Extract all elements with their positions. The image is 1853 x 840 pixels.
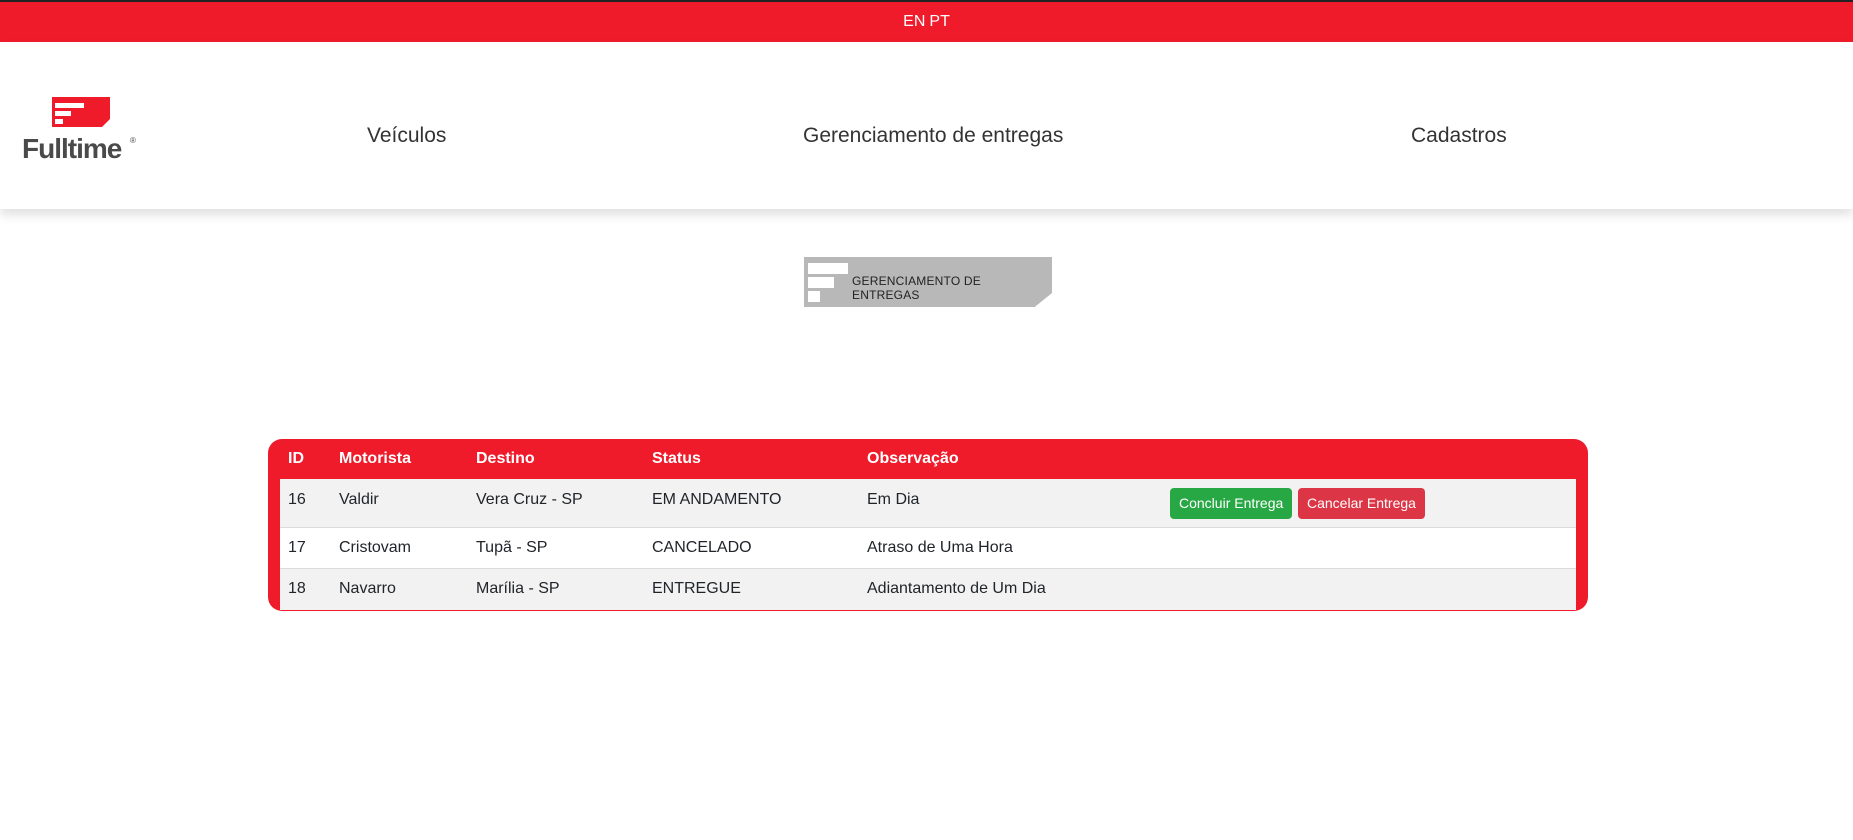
cell-destino: Vera Cruz - SP: [476, 491, 583, 508]
cell-status: CANCELADO: [652, 539, 752, 556]
cell-observacao: Em Dia: [867, 491, 920, 508]
header-observacao: Observação: [867, 450, 959, 467]
lang-pt-link[interactable]: PT: [929, 13, 949, 31]
fulltime-logo-mark-icon: [52, 97, 110, 127]
header-id: ID: [288, 450, 304, 467]
nav-gerenciamento-entregas[interactable]: Gerenciamento de entregas: [803, 124, 1063, 148]
language-bar: EN PT: [0, 0, 1853, 42]
header-motorista: Motorista: [339, 450, 411, 467]
main-navbar: Fulltime ® Veículos Gerenciamento de ent…: [0, 42, 1853, 209]
fulltime-logo[interactable]: Fulltime ®: [22, 97, 140, 163]
table-body: 16 Valdir Vera Cruz - SP EM ANDAMENTO Em…: [280, 479, 1588, 610]
table-header: ID Motorista Destino Status Observação: [268, 439, 1588, 479]
page-banner: GERENCIAMENTO DE ENTREGAS: [804, 257, 1052, 307]
cell-observacao: Atraso de Uma Hora: [867, 539, 1013, 556]
cell-observacao: Adiantamento de Um Dia: [867, 580, 1046, 597]
cell-id: 16: [288, 491, 306, 508]
cell-status: ENTREGUE: [652, 580, 741, 597]
cell-destino: Marília - SP: [476, 580, 560, 597]
cancelar-entrega-button[interactable]: Cancelar Entrega: [1298, 488, 1425, 519]
nav-cadastros[interactable]: Cadastros: [1411, 124, 1507, 148]
table-row: 18 Navarro Marília - SP ENTREGUE Adianta…: [280, 569, 1576, 610]
fulltime-logo-text: Fulltime: [22, 133, 122, 163]
cell-motorista: Valdir: [339, 491, 379, 508]
concluir-entrega-button[interactable]: Concluir Entrega: [1170, 488, 1293, 519]
cell-status: EM ANDAMENTO: [652, 491, 782, 508]
cell-id: 18: [288, 580, 306, 597]
cell-id: 17: [288, 539, 306, 556]
nav-veiculos[interactable]: Veículos: [367, 124, 446, 148]
cell-motorista: Cristovam: [339, 539, 412, 556]
table-row: 16 Valdir Vera Cruz - SP EM ANDAMENTO Em…: [280, 479, 1576, 528]
cell-destino: Tupã - SP: [476, 539, 548, 556]
header-status: Status: [652, 450, 701, 467]
cell-motorista: Navarro: [339, 580, 396, 597]
header-destino: Destino: [476, 450, 535, 467]
fulltime-logo-registered: ®: [130, 136, 136, 145]
lang-en-link[interactable]: EN: [903, 13, 925, 31]
deliveries-table: ID Motorista Destino Status Observação 1…: [268, 439, 1588, 611]
brand-bars-icon: [808, 263, 848, 302]
banner-title: GERENCIAMENTO DE ENTREGAS: [852, 274, 981, 302]
table-row: 17 Cristovam Tupã - SP CANCELADO Atraso …: [280, 528, 1576, 569]
